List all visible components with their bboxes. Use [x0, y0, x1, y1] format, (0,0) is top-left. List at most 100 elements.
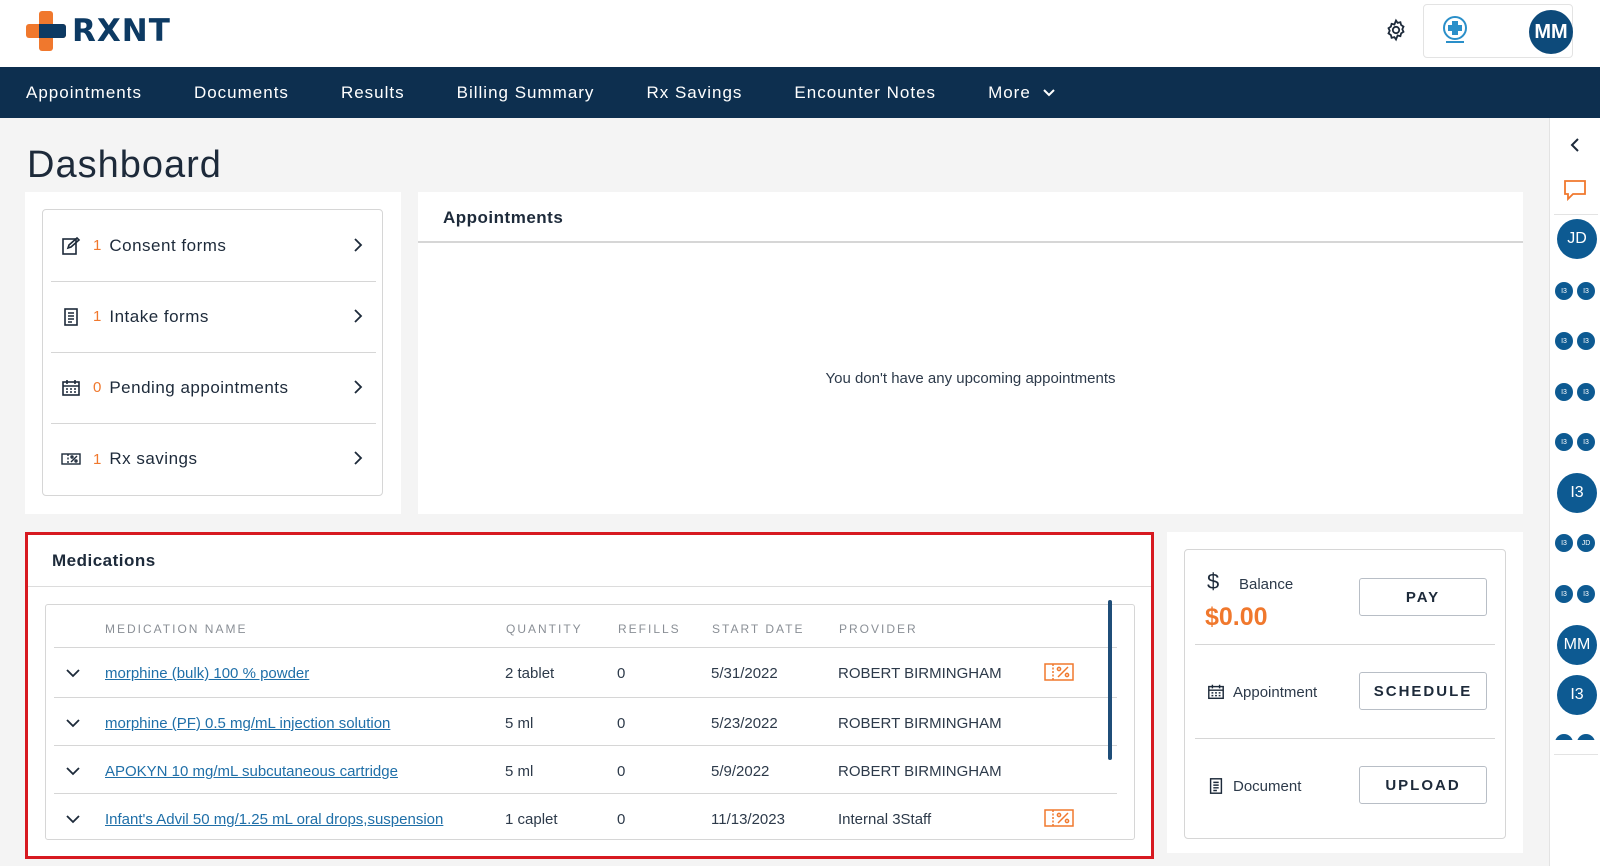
nav-more[interactable]: More	[988, 83, 1055, 103]
nav-appointments[interactable]: Appointments	[26, 83, 142, 103]
nav-results[interactable]: Results	[341, 83, 405, 103]
rail-avatar-small[interactable]: I3	[1577, 383, 1595, 401]
calendar-icon	[1208, 684, 1224, 700]
balance-label: Balance	[1239, 576, 1294, 593]
nav-billing-summary[interactable]: Billing Summary	[457, 83, 595, 103]
medications-title: Medications	[52, 551, 156, 570]
medication-start-date: 11/13/2023	[711, 811, 785, 828]
quick-link-rx-savings[interactable]: 1 Rx savings	[51, 423, 376, 495]
medication-name-link[interactable]: APOKYN 10 mg/mL subcutaneous cartridge	[105, 763, 398, 780]
user-avatar[interactable]: MM	[1529, 10, 1573, 54]
rail-avatar[interactable]: JD	[1557, 219, 1597, 259]
dollar-icon: $	[1207, 569, 1220, 594]
rail-avatar-small[interactable]: JD	[1555, 734, 1573, 740]
medication-quantity: 5 ml	[505, 715, 534, 732]
chevron-down-icon[interactable]	[66, 814, 80, 824]
quick-link-pending-appointments[interactable]: 0 Pending appointments	[51, 352, 376, 424]
table-row: Infant's Advil 50 mg/1.25 mL oral drops,…	[54, 793, 1117, 839]
medications-panel: Medications MEDICATION NAME QUANTITY REF…	[25, 532, 1154, 859]
col-start-date[interactable]: START DATE	[712, 622, 804, 636]
rail-avatar-small[interactable]: I3	[1555, 383, 1573, 401]
nav-more-label: More	[988, 82, 1031, 102]
main-nav: Appointments Documents Results Billing S…	[0, 67, 1600, 118]
medication-name-link[interactable]: morphine (PF) 0.5 mg/mL injection soluti…	[105, 715, 390, 732]
chevron-right-icon	[354, 309, 363, 323]
chevron-down-icon	[1043, 88, 1055, 96]
chevron-right-icon	[354, 451, 363, 465]
rail-avatar-small[interactable]: I3	[1555, 332, 1573, 350]
col-provider[interactable]: PROVIDER	[839, 622, 918, 636]
clipboard-icon	[64, 307, 78, 326]
quick-link-consent-forms[interactable]: 1 Consent forms	[51, 210, 376, 282]
consent-forms-label: Consent forms	[109, 235, 227, 255]
chevron-down-icon[interactable]	[66, 668, 80, 678]
rx-savings-badge-icon[interactable]	[1044, 662, 1074, 682]
col-medication-name[interactable]: MEDICATION NAME	[105, 622, 247, 636]
top-bar: RXNT MM	[0, 0, 1600, 67]
medication-refills: 0	[617, 811, 626, 828]
balance-section: $ Balance $0.00 PAY	[1195, 550, 1495, 645]
rail-overflow: JD TT	[1550, 730, 1600, 740]
practice-brand[interactable]: MM	[1423, 4, 1573, 58]
rx-savings-badge-icon[interactable]	[1044, 808, 1074, 828]
rail-avatar-small[interactable]: I3	[1555, 585, 1573, 603]
appointments-title: Appointments	[443, 208, 564, 227]
rx-savings-label: Rx savings	[109, 449, 198, 468]
balance-card: $ Balance $0.00 PAY Appointment SCHEDULE…	[1184, 549, 1506, 839]
nav-encounter-notes[interactable]: Encounter Notes	[794, 83, 936, 103]
pending-appointments-label: Pending appointments	[109, 377, 289, 397]
chevron-right-icon	[354, 380, 363, 394]
rail-avatar[interactable]: I3	[1557, 675, 1597, 715]
quick-link-intake-forms[interactable]: 1 Intake forms	[51, 281, 376, 353]
ticket-percent-icon	[61, 453, 81, 465]
document-icon	[1209, 778, 1223, 794]
pay-button[interactable]: PAY	[1359, 578, 1487, 616]
balance-panel: $ Balance $0.00 PAY Appointment SCHEDULE…	[1167, 532, 1523, 853]
col-quantity[interactable]: QUANTITY	[506, 622, 583, 636]
appointments-empty-message: You don't have any upcoming appointments	[825, 370, 1116, 387]
medications-table: MEDICATION NAME QUANTITY REFILLS START D…	[45, 604, 1135, 840]
medication-provider: ROBERT BIRMINGHAM	[838, 665, 1002, 682]
pending-appointments-count: 0	[93, 379, 102, 396]
appointments-header: Appointments	[418, 192, 1523, 243]
rail-avatar-small[interactable]: I3	[1577, 433, 1595, 451]
medication-provider: ROBERT BIRMINGHAM	[838, 715, 1002, 732]
rail-avatar-small[interactable]: I3	[1555, 534, 1573, 552]
appointment-label: Appointment	[1233, 684, 1318, 701]
document-label: Document	[1233, 778, 1302, 795]
quick-links-panel: 1 Consent forms 1 Intake forms 0 Pending…	[25, 192, 401, 514]
chevron-down-icon[interactable]	[66, 718, 80, 728]
medication-name-link[interactable]: Infant's Advil 50 mg/1.25 mL oral drops,…	[105, 811, 443, 828]
col-refills[interactable]: REFILLS	[618, 622, 681, 636]
schedule-button[interactable]: SCHEDULE	[1359, 672, 1487, 710]
medication-name-link[interactable]: morphine (bulk) 100 % powder	[105, 665, 309, 682]
appointments-panel: Appointments You don't have any upcoming…	[418, 192, 1523, 514]
rail-avatar-small[interactable]: TT	[1577, 734, 1595, 740]
medical-logo-icon	[1443, 16, 1467, 43]
rail-avatar-small[interactable]: I3	[1555, 433, 1573, 451]
medication-quantity: 1 caplet	[505, 811, 558, 828]
rail-avatar-small[interactable]: I3	[1555, 282, 1573, 300]
document-section: Document UPLOAD	[1195, 739, 1495, 839]
nav-documents[interactable]: Documents	[194, 83, 289, 103]
rxnt-logo[interactable]: RXNT	[26, 11, 171, 51]
rail-avatar-small[interactable]: I3	[1577, 585, 1595, 603]
rail-avatar-small[interactable]: JD	[1577, 534, 1595, 552]
gear-icon[interactable]	[1384, 18, 1408, 42]
rail-avatar[interactable]: MM	[1557, 625, 1597, 665]
nav-rx-savings[interactable]: Rx Savings	[646, 83, 742, 103]
rail-divider	[1554, 754, 1598, 755]
balance-amount: $0.00	[1205, 603, 1268, 631]
medications-scrollbar[interactable]	[1108, 600, 1112, 760]
calendar-icon	[62, 379, 80, 396]
chevron-left-icon[interactable]	[1570, 138, 1580, 152]
edit-document-icon	[62, 236, 81, 255]
rail-avatar-small[interactable]: I3	[1577, 282, 1595, 300]
rail-avatar-small[interactable]: I3	[1577, 332, 1595, 350]
medication-refills: 0	[617, 665, 626, 682]
chevron-down-icon[interactable]	[66, 766, 80, 776]
chat-icon[interactable]	[1562, 178, 1588, 202]
rail-avatar[interactable]: I3	[1557, 473, 1597, 513]
chevron-right-icon	[354, 238, 363, 252]
upload-button[interactable]: UPLOAD	[1359, 766, 1487, 804]
